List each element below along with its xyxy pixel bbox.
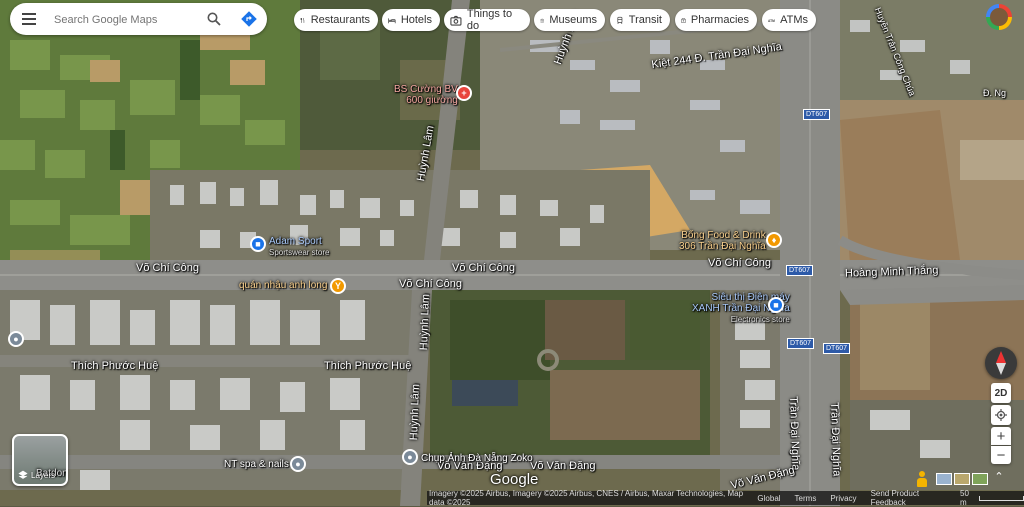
street-label-vo-chi-cong: Võ Chí Công	[136, 262, 199, 274]
chip-label: Restaurants	[311, 14, 370, 26]
attribution-bar: Imagery ©2025 Airbus, Imagery ©2025 Airb…	[427, 491, 1024, 505]
my-location-button[interactable]	[991, 405, 1011, 425]
zoom-in-button[interactable]: +	[991, 427, 1011, 445]
feedback-link[interactable]: Send Product Feedback	[871, 489, 946, 507]
street-label-vo-chi-cong: Võ Chí Công	[708, 257, 771, 269]
hospital-pin-icon[interactable]: +	[456, 85, 472, 101]
poi-quan-nhau[interactable]: quán nhậu anh long	[239, 280, 327, 291]
place-pin-icon[interactable]: ●	[8, 331, 24, 347]
place-pin-icon[interactable]: ●	[402, 449, 418, 465]
shopping-bag-pin-icon[interactable]: ■	[250, 236, 266, 252]
camera-icon	[450, 14, 462, 27]
chip-label: Museums	[549, 14, 597, 26]
route-shield-dt607: DT607	[787, 338, 814, 349]
poi-subname: 600 giường	[394, 95, 458, 106]
scale-line	[979, 496, 1024, 501]
layers-icon	[18, 470, 28, 480]
poi-subname: 306 Trần Đại Nghĩa	[679, 241, 766, 252]
poi-name: BS Cường BV	[394, 84, 458, 95]
poi-name: Bống Food & Drink	[679, 230, 766, 241]
expand-chevron-icon[interactable]: ⌃	[992, 470, 1006, 484]
drink-pin-icon[interactable]: Y	[330, 278, 346, 294]
fork-knife-icon	[300, 14, 306, 27]
street-label-d-ng: Đ. Ng	[983, 88, 1006, 98]
chip-label: ATMs	[780, 14, 808, 26]
search-icon[interactable]	[207, 12, 221, 26]
route-shield-dt607: DT607	[786, 265, 813, 276]
street-label-thich-phuoc-hue: Thích Phước Huệ	[71, 360, 158, 372]
global-link[interactable]: Global	[757, 494, 780, 503]
chip-atms[interactable]: ATM ATMs	[762, 9, 816, 31]
privacy-link[interactable]: Privacy	[830, 494, 856, 503]
google-logo: Google	[490, 471, 538, 488]
poi-adam-sport[interactable]: Adam Sport Sportswear store	[269, 236, 329, 258]
street-label-huynh-lam: Huỳnh Lâm	[408, 384, 422, 441]
menu-icon[interactable]	[22, 13, 36, 25]
chip-restaurants[interactable]: Restaurants	[294, 9, 378, 31]
poi-name: Adam Sport	[269, 236, 329, 247]
imagery-attribution: Imagery ©2025 Airbus, Imagery ©2025 Airb…	[429, 489, 743, 507]
chip-label: Pharmacies	[691, 14, 749, 26]
imagery-thumbnails[interactable]	[936, 473, 988, 485]
poi-category: Sportswear store	[269, 247, 329, 258]
compass-icon[interactable]	[985, 347, 1017, 379]
street-label-tran-dai-nghia: Trần Đại Nghĩa	[787, 396, 802, 471]
chip-transit[interactable]: Transit	[610, 9, 670, 31]
chip-hotels[interactable]: Hotels	[382, 9, 440, 31]
scale-label: 50 m	[960, 489, 975, 507]
train-icon	[616, 14, 624, 27]
poi-chup-anh[interactable]: Chụp Ảnh Đà Nẵng Zoko	[421, 453, 533, 464]
chip-museums[interactable]: Museums	[534, 9, 605, 31]
poi-bs-cuong[interactable]: BS Cường BV 600 giường	[394, 84, 458, 106]
poi-category: Electronics store	[692, 314, 790, 325]
layers-label: Layers	[31, 471, 55, 480]
atm-icon: ATM	[768, 14, 775, 27]
chip-label: Transit	[629, 14, 662, 26]
terms-link[interactable]: Terms	[795, 494, 817, 503]
street-label-thich-phuoc-hue: Thích Phước Huệ	[324, 360, 411, 372]
search-bar[interactable]	[10, 3, 267, 35]
place-pin-icon[interactable]: ●	[290, 456, 306, 472]
bed-icon	[388, 14, 396, 27]
thumbnail[interactable]	[954, 473, 970, 485]
chip-things-to-do[interactable]: Things to do	[444, 9, 530, 31]
route-shield-dt607: DT607	[823, 343, 850, 354]
shopping-bag-pin-icon[interactable]: ■	[768, 297, 784, 313]
poi-bong-food[interactable]: Bống Food & Drink 306 Trần Đại Nghĩa	[679, 230, 766, 252]
svg-text:ATM: ATM	[768, 18, 775, 22]
street-label-vo-chi-cong: Võ Chí Công	[399, 278, 462, 290]
street-label-vo-chi-cong: Võ Chí Công	[452, 262, 515, 274]
layers-button[interactable]: Batdongsan Layers	[12, 434, 68, 486]
directions-icon[interactable]	[241, 11, 257, 27]
pharmacy-icon	[681, 14, 686, 27]
chip-label: Hotels	[401, 14, 432, 26]
account-avatar[interactable]	[986, 4, 1012, 30]
satellite-map[interactable]	[0, 0, 1024, 506]
street-label-huynh-lam: Huỳnh Lâm	[418, 294, 432, 351]
poi-nt-spa[interactable]: NT spa & nails	[224, 459, 289, 470]
thumbnail[interactable]	[972, 473, 988, 485]
chip-pharmacies[interactable]: Pharmacies	[675, 9, 757, 31]
crosshair-icon	[995, 409, 1007, 421]
street-label-vo-van-dang: Võ Văn Đặng	[530, 460, 595, 472]
thumbnail[interactable]	[936, 473, 952, 485]
scale-bar[interactable]: 50 m	[960, 489, 1024, 507]
zoom-out-button[interactable]: −	[991, 446, 1011, 464]
museum-icon	[540, 14, 544, 27]
view-2d-toggle[interactable]: 2D	[991, 383, 1011, 403]
search-input[interactable]	[52, 10, 196, 30]
chip-label: Things to do	[467, 8, 522, 32]
pegman-icon[interactable]	[916, 471, 928, 487]
street-label-tran-dai-nghia: Trần Đại Nghĩa	[828, 402, 843, 477]
route-shield-dt607: DT607	[803, 109, 830, 120]
food-pin-icon[interactable]: ♦	[766, 232, 782, 248]
